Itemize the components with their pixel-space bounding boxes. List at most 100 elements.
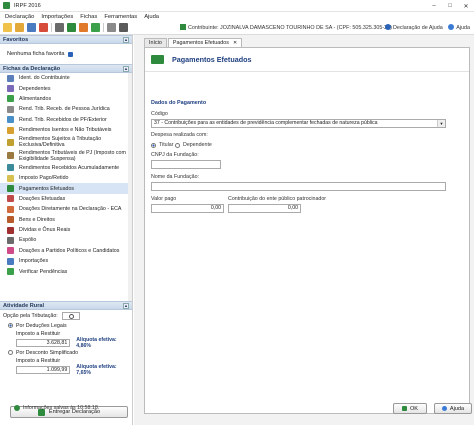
minimize-button[interactable]: – xyxy=(426,0,442,12)
fichas-title: Fichas da Declaração xyxy=(3,65,61,72)
ficha-alimentandos[interactable]: Alimentandos xyxy=(0,94,132,104)
ficha-doacoes-partidos[interactable]: Doações a Partidos Políticos e Candidato… xyxy=(0,246,132,256)
close-window-button[interactable]: ✕ xyxy=(458,0,474,12)
dependente-option[interactable]: Dependente xyxy=(175,142,212,148)
no-favorites-text: Nenhuma ficha favorita xyxy=(7,51,65,57)
ficha-espolio[interactable]: Espólio xyxy=(0,235,132,245)
ficha-dependentes[interactable]: Dependentes xyxy=(0,83,132,93)
cnpj-input[interactable] xyxy=(151,160,221,169)
info-icon[interactable] xyxy=(67,51,73,57)
contribuinte-info: Contribuinte: JOZINALVA DAMASCENO TOURIN… xyxy=(180,24,392,31)
help-icon xyxy=(441,406,447,411)
codigo-select[interactable]: 37 - Contribuições para as entidades de … xyxy=(151,119,446,128)
ficha-doacoes-efetuadas[interactable]: Doações Efetuadas xyxy=(0,194,132,204)
favoritos-title: Favoritos xyxy=(3,36,29,43)
ficha-dividas[interactable]: Dívidas e Ônus Reais xyxy=(0,225,132,235)
ficha-label: Rend. Trib. Recebidos de PF/Exterior xyxy=(19,116,107,123)
ok-label: OK xyxy=(409,405,419,412)
ficha-imposto-pago[interactable]: Imposto Pago/Retido xyxy=(0,173,132,183)
ficha-label: Rend. Trib. Receb. de Pessoa Jurídica xyxy=(19,106,110,113)
tab-inicio[interactable]: Início xyxy=(144,38,167,47)
transmit-icon[interactable] xyxy=(67,23,76,32)
payment-icon xyxy=(151,55,164,64)
valor-pago-input[interactable]: 0,00 xyxy=(151,204,224,213)
menu-importacoes[interactable]: Importações xyxy=(41,14,73,20)
deducoes-legais-radio[interactable] xyxy=(8,323,13,328)
close-tab-icon[interactable]: ✕ xyxy=(233,40,237,46)
ficha-rend-tributacao-exclusiva[interactable]: Rendimentos Sujeitos à Tributação Exclus… xyxy=(0,135,132,149)
open-folder-icon[interactable] xyxy=(15,23,24,32)
menu-declaracao[interactable]: Declaração xyxy=(5,14,34,20)
ficha-pagamentos-efetuados[interactable]: Pagamentos Efetuados xyxy=(0,183,132,194)
contribuinte-label: Contribuinte: JOZINALVA DAMASCENO TOURIN… xyxy=(188,25,392,31)
simplificado-aliquota: Alíquota efetiva: 7,65% xyxy=(76,364,117,376)
new-file-icon[interactable] xyxy=(3,23,12,32)
ficha-doacoes-eca[interactable]: Doações Diretamente na Declaração - ECA xyxy=(0,204,132,214)
titular-radio[interactable] xyxy=(151,142,156,148)
exit-icon[interactable] xyxy=(119,23,128,32)
collapse-icon[interactable]: ▲ xyxy=(123,303,129,309)
help-icon[interactable] xyxy=(448,24,455,30)
atividade-rural-header[interactable]: Atividade Rural ▲ xyxy=(0,301,132,310)
collapse-icon[interactable]: ▲ xyxy=(123,66,129,72)
ficha-rend-pj[interactable]: Rend. Trib. Receb. de Pessoa Jurídica xyxy=(0,104,132,114)
desconto-simplificado-radio[interactable] xyxy=(8,350,13,355)
ficha-rend-pf-exterior[interactable]: Rend. Trib. Recebidos de PF/Exterior xyxy=(0,115,132,125)
help-button[interactable]: Ajuda xyxy=(434,403,472,414)
deducoes-aliquota: Alíquota efetiva: 4,86% xyxy=(76,337,117,349)
import-icon[interactable] xyxy=(79,23,88,32)
maximize-button[interactable]: □ xyxy=(442,0,458,12)
ficha-importacoes[interactable]: Importações xyxy=(0,256,132,266)
save-icon[interactable] xyxy=(27,23,36,32)
ficha-bens-direitos[interactable]: Bens e Direitos xyxy=(0,214,132,224)
magnifier-icon[interactable] xyxy=(61,311,80,320)
menu-ajuda[interactable]: Ajuda xyxy=(144,14,159,20)
ficha-verificar-pendencias[interactable]: Verificar Pendências xyxy=(0,266,132,276)
pagamento-form: Pagamentos Efetuados Dados do Pagamento … xyxy=(144,47,470,414)
ficha-rend-acumuladamente[interactable]: Rendimentos Recebidos Acumuladamente xyxy=(0,163,132,173)
family-icon xyxy=(7,95,14,103)
simplificado-value: 1.099,99 xyxy=(16,366,71,374)
declaration-help-link[interactable]: Declaração de Ajuda xyxy=(393,25,443,31)
desconto-simplificado-label: Por Desconto Simplificado xyxy=(16,349,79,356)
help-link[interactable]: Ajuda xyxy=(456,25,470,31)
import-icon xyxy=(7,257,14,265)
close-file-icon[interactable] xyxy=(39,23,48,32)
fichas-scrollbar[interactable] xyxy=(128,73,132,301)
codigo-value: 37 - Contribuições para as entidades de … xyxy=(154,120,378,126)
dependente-radio[interactable] xyxy=(175,142,180,148)
menu-fichas[interactable]: Fichas xyxy=(80,14,97,20)
toolbar-separator xyxy=(51,23,52,32)
form-banner: Pagamentos Efetuados xyxy=(145,48,469,72)
contrib-label: Contribuição do ente público patrocinado… xyxy=(228,196,327,202)
nome-input[interactable] xyxy=(151,182,446,191)
chevron-down-icon[interactable]: ▼ xyxy=(437,120,445,127)
fichas-header[interactable]: Fichas da Declaração ▲ xyxy=(0,64,132,73)
tab-label: Início xyxy=(149,40,162,46)
main-area: Início Pagamentos Efetuados ✕ Pagamentos … xyxy=(134,35,474,425)
calculator-icon[interactable] xyxy=(107,23,116,32)
ficha-rend-isentos[interactable]: Rendimentos Isentos e Não Tributáveis xyxy=(0,125,132,135)
titular-option[interactable]: Titular xyxy=(151,142,174,148)
contrib-input[interactable]: 0,00 xyxy=(228,204,301,213)
print-icon[interactable] xyxy=(55,23,64,32)
declaration-help-icon[interactable] xyxy=(384,24,391,30)
ficha-ident-contribuinte[interactable]: Ident. do Contribuinte xyxy=(0,73,132,83)
checkmark-icon xyxy=(7,268,14,276)
people-icon xyxy=(7,85,14,93)
money-icon xyxy=(7,126,14,134)
menu-ferramentas[interactable]: Ferramentas xyxy=(104,14,137,20)
deducoes-legais-option[interactable]: Por Deduções Legais xyxy=(8,321,132,330)
favoritos-header[interactable]: Favoritos ▲ xyxy=(0,35,132,44)
simplificado-value-row: 1.099,99 Alíquota efetiva: 7,65% xyxy=(8,364,132,376)
ok-button[interactable]: OK xyxy=(393,403,427,414)
tributacao-options: Por Deduções Legais Imposto a Restituir … xyxy=(0,321,132,376)
collapse-icon[interactable]: ▲ xyxy=(123,37,129,43)
desconto-simplificado-option[interactable]: Por Desconto Simplificado xyxy=(8,348,132,357)
toolbar-separator xyxy=(103,23,104,32)
tab-pagamentos-efetuados[interactable]: Pagamentos Efetuados ✕ xyxy=(167,38,243,47)
check-icon[interactable] xyxy=(91,23,100,32)
debt-icon xyxy=(7,226,14,234)
ficha-label: Bens e Direitos xyxy=(19,216,55,223)
ficha-rend-exigibilidade-suspensa[interactable]: Rendimentos Tributáveis de PJ (Imposto c… xyxy=(0,149,132,163)
